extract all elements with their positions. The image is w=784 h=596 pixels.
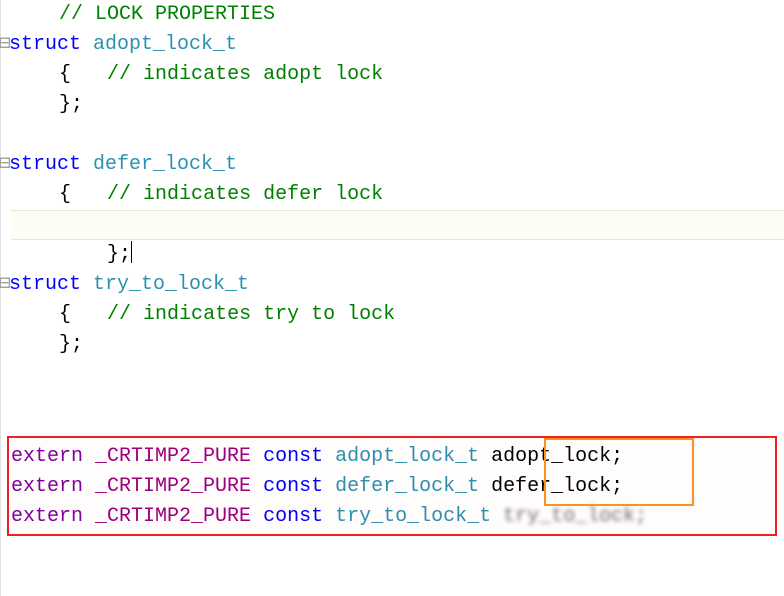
keyword-extern: extern bbox=[11, 445, 83, 468]
type-name: try_to_lock_t bbox=[93, 273, 249, 296]
variable-name: adopt_lock; bbox=[491, 445, 623, 468]
comment: // indicates adopt lock bbox=[107, 63, 383, 86]
space bbox=[71, 303, 107, 326]
space bbox=[71, 63, 107, 86]
keyword-extern: extern bbox=[11, 475, 83, 498]
code-line-empty bbox=[11, 360, 784, 390]
whitespace bbox=[11, 303, 59, 326]
whitespace bbox=[11, 333, 59, 356]
space bbox=[83, 445, 95, 468]
code-editor[interactable]: // LOCK PROPERTIES ⊟struct adopt_lock_t … bbox=[0, 0, 784, 596]
code-line: extern _CRTIMP2_PURE const defer_lock_t … bbox=[11, 472, 784, 502]
keyword-extern: extern bbox=[11, 505, 83, 528]
space bbox=[323, 445, 335, 468]
space bbox=[81, 33, 93, 56]
code-line: }; bbox=[11, 90, 784, 120]
whitespace bbox=[11, 63, 59, 86]
fold-icon[interactable]: ⊟ bbox=[0, 30, 9, 60]
type-name: defer_lock_t bbox=[335, 475, 479, 498]
space bbox=[71, 183, 107, 206]
space bbox=[479, 475, 491, 498]
macro: _CRTIMP2_PURE bbox=[95, 475, 251, 498]
keyword-struct: struct bbox=[9, 153, 81, 176]
variable-name: try_to_lock; bbox=[503, 505, 647, 528]
type-name: try_to_lock_t bbox=[335, 505, 491, 528]
code-line-empty bbox=[11, 240, 784, 270]
space bbox=[251, 475, 263, 498]
variable-name: defer_lock; bbox=[491, 475, 623, 498]
brace-open: { bbox=[59, 303, 71, 326]
current-line-highlight bbox=[11, 210, 784, 240]
code-line: { // indicates try to lock bbox=[11, 300, 784, 330]
space bbox=[491, 505, 503, 528]
space bbox=[323, 505, 335, 528]
whitespace bbox=[11, 3, 59, 26]
type-name: defer_lock_t bbox=[93, 153, 237, 176]
space bbox=[81, 153, 93, 176]
keyword-const: const bbox=[263, 505, 323, 528]
comment: // indicates defer lock bbox=[107, 183, 383, 206]
whitespace bbox=[11, 93, 59, 116]
whitespace bbox=[11, 183, 59, 206]
fold-icon[interactable]: ⊟ bbox=[0, 150, 9, 180]
code-line: { // indicates defer lock bbox=[11, 180, 784, 210]
space bbox=[81, 273, 93, 296]
brace-close: }; bbox=[59, 93, 83, 116]
comment: // indicates try to lock bbox=[107, 303, 395, 326]
macro: _CRTIMP2_PURE bbox=[95, 505, 251, 528]
keyword-struct: struct bbox=[9, 273, 81, 296]
code-line: ⊟struct try_to_lock_t bbox=[11, 270, 784, 300]
code-line: // LOCK PROPERTIES bbox=[11, 0, 784, 30]
space bbox=[251, 505, 263, 528]
code-line: { // indicates adopt lock bbox=[11, 60, 784, 90]
space bbox=[83, 475, 95, 498]
code-line: ⊟struct adopt_lock_t bbox=[11, 30, 784, 60]
space bbox=[83, 505, 95, 528]
keyword-const: const bbox=[263, 475, 323, 498]
space bbox=[479, 445, 491, 468]
keyword-struct: struct bbox=[9, 33, 81, 56]
space bbox=[323, 475, 335, 498]
brace-open: { bbox=[59, 183, 71, 206]
fold-icon[interactable]: ⊟ bbox=[0, 270, 9, 300]
space bbox=[251, 445, 263, 468]
code-line: extern _CRTIMP2_PURE const adopt_lock_t … bbox=[11, 442, 784, 472]
code-line: ⊟struct defer_lock_t bbox=[11, 150, 784, 180]
comment: // LOCK PROPERTIES bbox=[59, 3, 275, 26]
type-name: adopt_lock_t bbox=[335, 445, 479, 468]
code-line: }; bbox=[11, 330, 784, 360]
brace-close: }; bbox=[59, 333, 83, 356]
keyword-const: const bbox=[263, 445, 323, 468]
macro: _CRTIMP2_PURE bbox=[95, 445, 251, 468]
type-name: adopt_lock_t bbox=[93, 33, 237, 56]
code-line-current: }; bbox=[11, 210, 784, 240]
code-line: extern _CRTIMP2_PURE const try_to_lock_t… bbox=[11, 502, 784, 532]
code-line-empty bbox=[11, 120, 784, 150]
brace-open: { bbox=[59, 63, 71, 86]
